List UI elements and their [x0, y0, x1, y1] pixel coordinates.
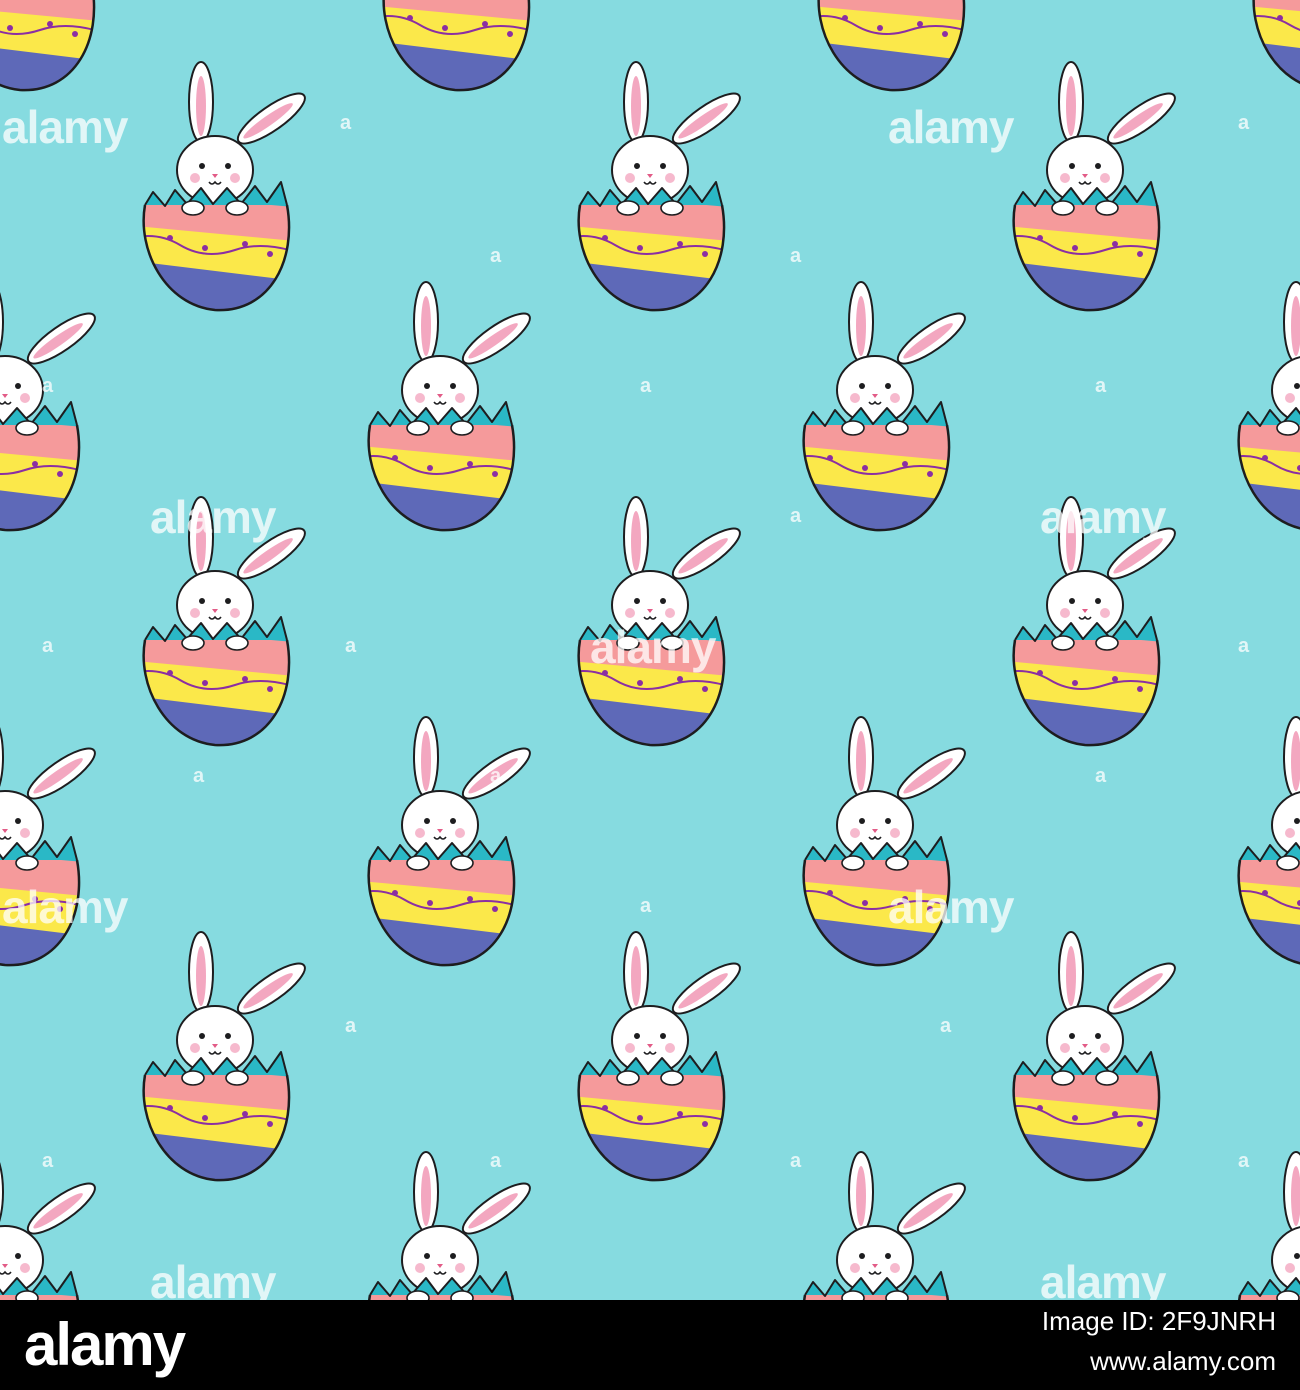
footer-url: www.alamy.com — [1090, 1346, 1276, 1376]
footer-image-id: Image ID: 2F9JNRH — [1041, 1306, 1276, 1336]
footer-logo: alamy — [24, 1311, 186, 1378]
bunny-egg-pattern — [0, 0, 1300, 1300]
pattern-background: alamy a a a alamy a a a a alamy a alamy … — [0, 0, 1300, 1300]
footer-bar: alamy Image ID: 2F9JNRH www.alamy.com — [0, 1300, 1300, 1390]
